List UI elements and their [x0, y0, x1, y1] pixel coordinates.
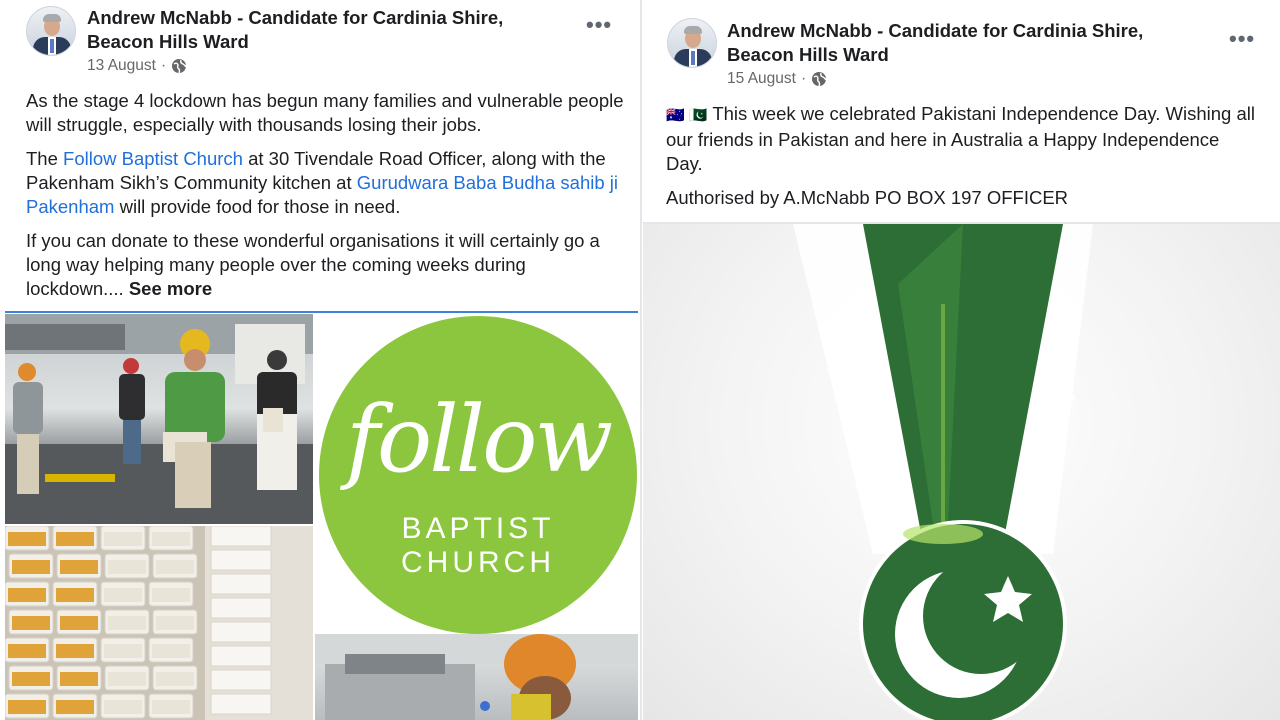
post-meta: 13 August ·: [87, 57, 187, 75]
globe-icon[interactable]: [811, 71, 827, 87]
globe-icon[interactable]: [171, 58, 187, 74]
post-independence-day: Andrew McNabb - Candidate for Cardinia S…: [643, 0, 1280, 720]
food-containers-photo[interactable]: [5, 526, 313, 720]
post-header: Andrew McNabb - Candidate for Cardinia S…: [643, 0, 1280, 88]
more-options-icon[interactable]: •••: [1229, 26, 1255, 52]
see-more-link[interactable]: See more: [129, 278, 212, 299]
author-name[interactable]: Andrew McNabb - Candidate for Cardinia S…: [727, 19, 1197, 67]
post-paragraph: If you can donate to these wonderful org…: [26, 229, 626, 301]
post-body: 🇦🇺 🇵🇰 This week we celebrated Pakistani …: [666, 102, 1256, 220]
follow-baptist-church-logo[interactable]: follow BAPTIST CHURCH: [315, 314, 638, 634]
pakistan-independence-graphic[interactable]: [643, 224, 1280, 720]
post-date[interactable]: 15 August: [727, 70, 796, 88]
post-paragraph: As the stage 4 lockdown has begun many f…: [26, 90, 624, 135]
logo-line-baptist: BAPTIST: [401, 512, 555, 545]
post-text: If you can donate to these wonderful org…: [26, 230, 600, 299]
post-body: As the stage 4 lockdown has begun many f…: [26, 89, 626, 311]
logo-script-text: follow: [345, 386, 613, 493]
author-avatar[interactable]: [667, 18, 717, 68]
cook-turban-photo[interactable]: [315, 634, 638, 720]
follow-baptist-church-link[interactable]: Follow Baptist Church: [63, 148, 243, 169]
meta-separator: ·: [800, 70, 807, 87]
content-divider: [5, 311, 638, 313]
post-date[interactable]: 13 August: [87, 57, 156, 75]
logo-line-church: CHURCH: [401, 546, 555, 579]
author-avatar[interactable]: [26, 6, 76, 56]
author-name[interactable]: Andrew McNabb - Candidate for Cardinia S…: [87, 6, 557, 54]
post-text: will provide food for those in need.: [114, 196, 401, 217]
more-options-icon[interactable]: •••: [586, 12, 612, 38]
post-text: This week we celebrated Pakistani Indepe…: [666, 103, 1255, 174]
post-text: The: [26, 148, 64, 169]
kitchen-volunteers-photo[interactable]: [5, 314, 313, 524]
meta-separator: ·: [160, 57, 167, 74]
authorisation-line: Authorised by A.McNabb PO BOX 197 OFFICE…: [666, 187, 1069, 208]
logo-circle: follow BAPTIST CHURCH: [319, 316, 637, 634]
flag-emojis: 🇦🇺 🇵🇰: [666, 107, 708, 124]
post-header: Andrew McNabb - Candidate for Cardinia S…: [0, 0, 640, 86]
post-food-relief: Andrew McNabb - Candidate for Cardinia S…: [0, 0, 642, 720]
post-paragraph: 🇦🇺 🇵🇰 This week we celebrated Pakistani …: [666, 102, 1256, 176]
post-paragraph: The Follow Baptist Church at 30 Tivendal…: [26, 147, 626, 219]
post-meta: 15 August ·: [727, 70, 827, 88]
